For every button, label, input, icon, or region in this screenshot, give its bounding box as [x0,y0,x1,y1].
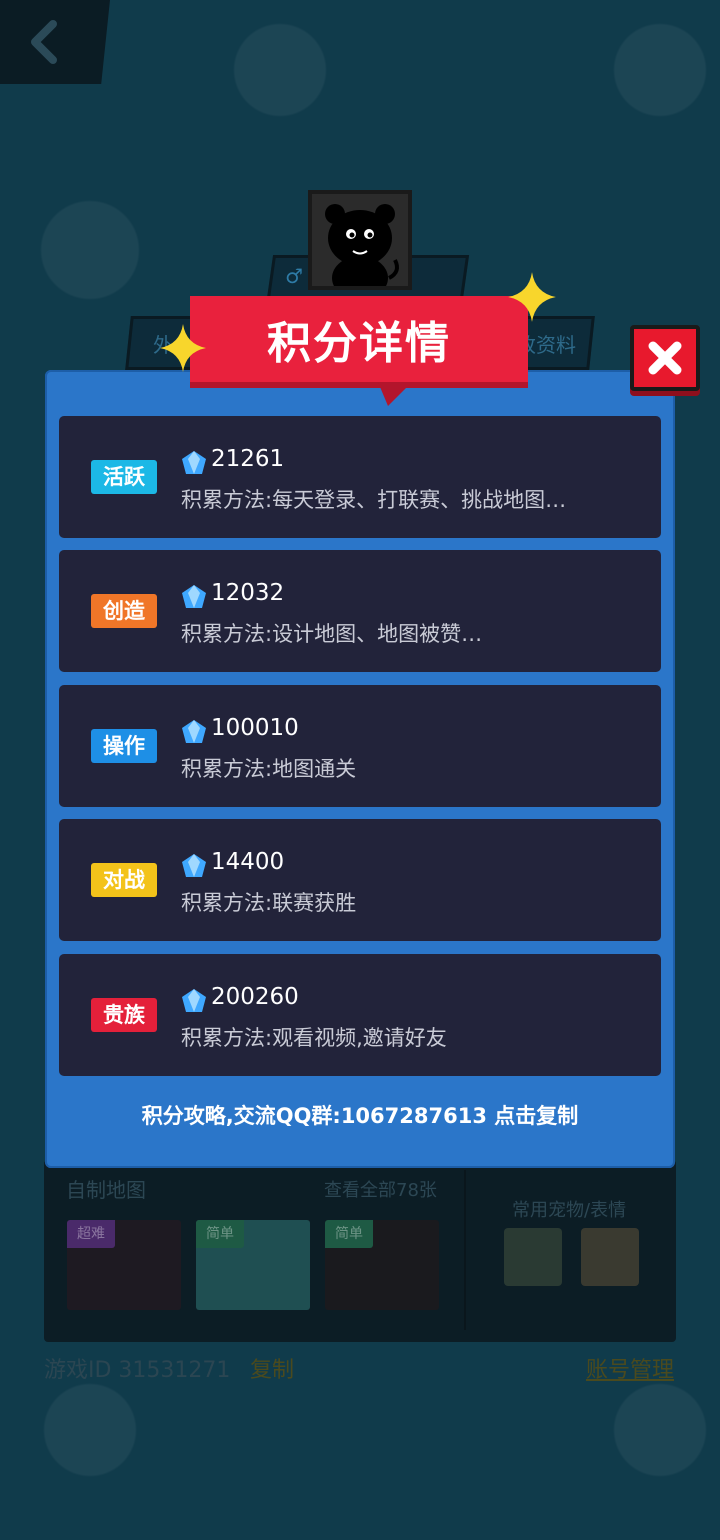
category-badge: 活跃 [91,460,157,494]
points-item: 创造 12032 积累方法:设计地图、地图被赞… [59,550,661,672]
pet-dragon-icon[interactable] [581,1228,639,1286]
qq-group-copy-link[interactable]: 积分攻略,交流QQ群:1067287613 点击复制 [45,1100,675,1130]
points-item: 活跃 21261 积累方法:每天登录、打联赛、挑战地图… [59,416,661,538]
points-value: 21261 [211,446,285,472]
map-thumb[interactable]: 超难 [67,1220,181,1310]
sparkle-star-icon [160,324,206,372]
gender-male-icon: ♂ [285,264,304,288]
points-value: 100010 [211,715,299,741]
difficulty-badge: 超难 [67,1220,115,1248]
chevron-left-icon [31,20,57,64]
category-badge: 创造 [91,594,157,628]
crystal-gem-icon [182,854,206,877]
account-manage-link[interactable]: 账号管理 [586,1352,674,1384]
points-item: 贵族 200260 积累方法:观看视频,邀请好友 [59,954,661,1076]
common-pets-label: 常用宠物/表情 [512,1200,627,1221]
category-badge: 对战 [91,863,157,897]
sparkle-star-icon [508,272,556,322]
copy-id-button[interactable]: 复制 [250,1352,294,1384]
custom-maps-label: 自制地图 [66,1178,146,1202]
black-cat-avatar-icon [325,204,399,286]
back-button[interactable] [0,0,110,84]
points-item: 对战 14400 积累方法:联赛获胜 [59,819,661,941]
crystal-gem-icon [182,720,206,743]
category-badge: 贵族 [91,998,157,1032]
difficulty-badge: 简单 [196,1220,244,1248]
accumulation-method: 积累方法:设计地图、地图被赞… [181,622,483,646]
avatar[interactable] [308,190,412,290]
game-id: 游戏ID 31531271 [44,1358,231,1383]
dialog-title: 积分详情 [267,318,451,369]
view-all-maps-link[interactable]: 查看全部78张 [324,1176,437,1202]
points-value: 14400 [211,849,285,875]
crystal-gem-icon [182,989,206,1012]
crystal-gem-icon [182,451,206,474]
close-button[interactable] [630,325,700,391]
dialog-title-banner: 积分详情 [190,296,528,406]
divider [464,1170,466,1330]
points-value: 12032 [211,580,285,606]
crystal-gem-icon [182,585,206,608]
accumulation-method: 积累方法:每天登录、打联赛、挑战地图… [181,488,567,512]
accumulation-method: 积累方法:地图通关 [181,757,357,781]
category-badge: 操作 [91,729,157,763]
map-thumb[interactable]: 简单 [196,1220,310,1310]
accumulation-method: 积累方法:联赛获胜 [181,891,357,915]
points-value: 200260 [211,984,299,1010]
points-item: 操作 100010 积累方法:地图通关 [59,685,661,807]
difficulty-badge: 简单 [325,1220,373,1248]
pet-dino-icon[interactable] [504,1228,562,1286]
close-x-icon [648,341,682,375]
accumulation-method: 积累方法:观看视频,邀请好友 [181,1026,447,1050]
map-thumb[interactable]: 简单 [325,1220,439,1310]
